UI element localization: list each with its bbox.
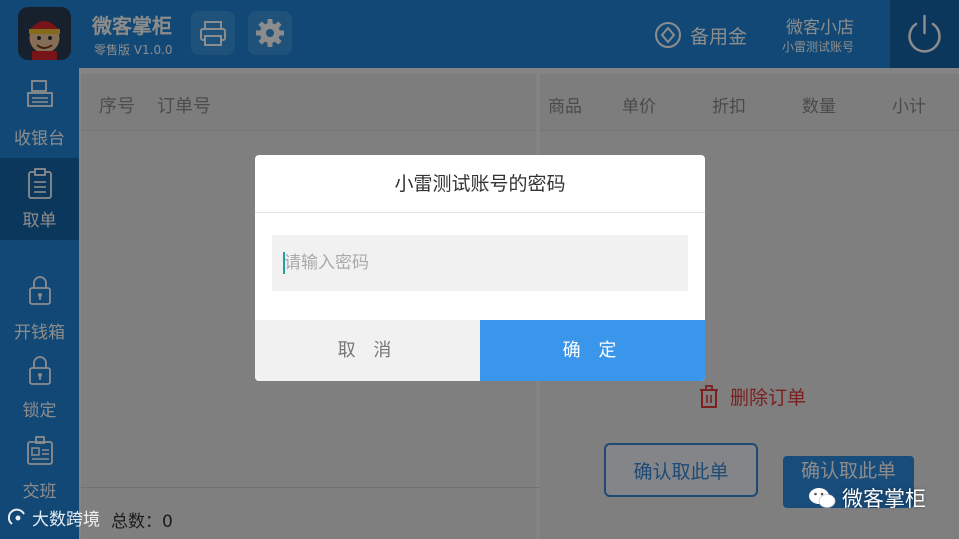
- cancel-button[interactable]: 取 消: [255, 320, 480, 381]
- confirm-button[interactable]: 确 定: [480, 320, 705, 381]
- watermark-left-text: 大数跨境: [32, 510, 100, 530]
- watermark-left: 大数跨境: [8, 505, 100, 530]
- password-input[interactable]: [272, 235, 688, 291]
- dialog-title: 小雷测试账号的密码: [255, 155, 705, 213]
- watermark-logo-icon: [8, 508, 25, 525]
- watermark-right-text: 微客掌柜: [842, 487, 926, 511]
- wechat-icon: [809, 488, 836, 508]
- watermark-right: 微客掌柜: [808, 483, 926, 513]
- text-caret: [283, 252, 285, 274]
- password-dialog: 小雷测试账号的密码 取 消 确 定: [255, 155, 705, 381]
